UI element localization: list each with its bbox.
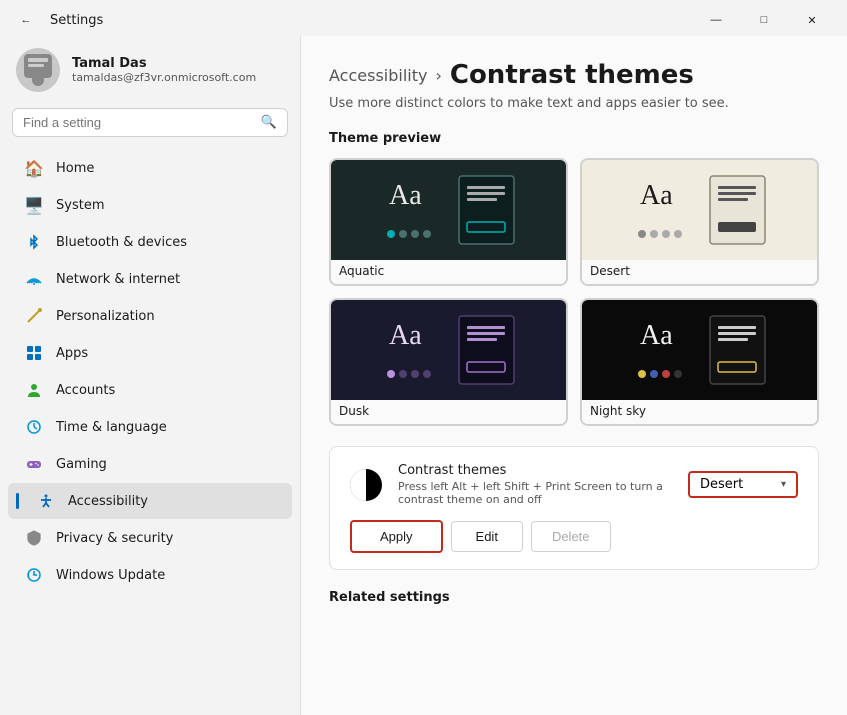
edit-button[interactable]: Edit [451, 521, 523, 552]
search-icon: 🔍 [261, 115, 277, 130]
contrast-settings-row: Contrast themes Press left Alt + left Sh… [350, 463, 798, 506]
theme-preview-aquatic: Aa [331, 160, 566, 260]
sidebar-item-privacy-label: Privacy & security [56, 531, 173, 546]
bluetooth-icon [24, 232, 44, 252]
breadcrumb-parent[interactable]: Accessibility [329, 66, 427, 85]
breadcrumb: Accessibility › Contrast themes [329, 60, 819, 90]
sidebar-item-time[interactable]: Time & language [8, 409, 292, 445]
sidebar-item-accounts[interactable]: Accounts [8, 372, 292, 408]
action-row: Apply Edit Delete [350, 520, 798, 553]
contrast-text-group: Contrast themes Press left Alt + left Sh… [398, 463, 672, 506]
system-icon: 🖥️ [24, 195, 44, 215]
windows-update-icon [24, 565, 44, 585]
page-title: Contrast themes [450, 60, 694, 90]
svg-text:Aa: Aa [640, 180, 673, 211]
sidebar-item-network-label: Network & internet [56, 272, 180, 287]
theme-preview-dusk: Aa [331, 300, 566, 400]
sidebar-item-home-label: Home [56, 161, 94, 176]
sidebar-item-personalization[interactable]: Personalization [8, 298, 292, 334]
contrast-theme-dropdown[interactable]: Desert ▾ [688, 471, 798, 498]
svg-text:Aa: Aa [389, 180, 422, 211]
theme-card-dusk[interactable]: Aa Dusk [329, 298, 568, 426]
delete-button[interactable]: Delete [531, 521, 611, 552]
contrast-icon [350, 469, 382, 501]
sidebar-item-gaming-label: Gaming [56, 457, 107, 472]
contrast-desc: Press left Alt + left Shift + Print Scre… [398, 480, 672, 506]
back-icon: ← [21, 14, 32, 26]
contrast-dropdown-value: Desert [700, 477, 743, 492]
theme-preview-night-sky: Aa [582, 300, 817, 400]
user-email: tamaldas@zf3vr.onmicrosoft.com [72, 71, 256, 84]
sidebar-item-bluetooth[interactable]: Bluetooth & devices [8, 224, 292, 260]
search-box[interactable]: 🔍 [12, 108, 288, 137]
theme-night-sky-label: Night sky [582, 400, 817, 424]
maximize-button[interactable]: □ [741, 6, 787, 34]
sidebar-item-personalization-label: Personalization [56, 309, 155, 324]
sidebar-item-system[interactable]: 🖥️ System [8, 187, 292, 223]
sidebar-item-system-label: System [56, 198, 104, 213]
network-icon [24, 269, 44, 289]
main-content: Accessibility › Contrast themes Use more… [300, 36, 847, 715]
sidebar-item-time-label: Time & language [56, 420, 167, 435]
title-bar: ← Settings — □ ✕ [0, 0, 847, 36]
personalization-icon [24, 306, 44, 326]
sidebar-item-windows-update-label: Windows Update [56, 568, 165, 583]
apps-icon [24, 343, 44, 363]
theme-grid: Aa Aquatic [329, 158, 819, 426]
title-bar-left: ← Settings [12, 6, 103, 34]
user-name: Tamal Das [72, 56, 256, 71]
search-input[interactable] [23, 115, 253, 130]
sidebar-item-apps-label: Apps [56, 346, 88, 361]
nav-list: 🏠 Home 🖥️ System Bluetooth & devices [0, 149, 300, 594]
time-icon [24, 417, 44, 437]
theme-desert-label: Desert [582, 260, 817, 284]
sidebar: Tamal Das tamaldas@zf3vr.onmicrosoft.com… [0, 36, 300, 715]
breadcrumb-separator: › [435, 66, 441, 85]
sidebar-item-privacy[interactable]: Privacy & security [8, 520, 292, 556]
user-info: Tamal Das tamaldas@zf3vr.onmicrosoft.com [72, 56, 256, 84]
sidebar-item-accounts-label: Accounts [56, 383, 115, 398]
theme-aquatic-label: Aquatic [331, 260, 566, 284]
app-container: Tamal Das tamaldas@zf3vr.onmicrosoft.com… [0, 36, 847, 715]
svg-text:Aa: Aa [389, 320, 422, 351]
accounts-icon [24, 380, 44, 400]
gaming-icon [24, 454, 44, 474]
contrast-title: Contrast themes [398, 463, 672, 478]
accessibility-icon [36, 491, 56, 511]
sidebar-item-network[interactable]: Network & internet [8, 261, 292, 297]
contrast-icon-half [350, 469, 366, 501]
avatar [16, 48, 60, 92]
sidebar-item-windows-update[interactable]: Windows Update [8, 557, 292, 593]
sidebar-item-gaming[interactable]: Gaming [8, 446, 292, 482]
theme-preview-label: Theme preview [329, 131, 819, 146]
related-settings-label: Related settings [329, 590, 819, 605]
active-bar [16, 493, 19, 509]
theme-dusk-label: Dusk [331, 400, 566, 424]
theme-card-aquatic[interactable]: Aa Aquatic [329, 158, 568, 286]
close-button[interactable]: ✕ [789, 6, 835, 34]
home-icon: 🏠 [24, 158, 44, 178]
dropdown-arrow-icon: ▾ [781, 479, 786, 490]
minimize-button[interactable]: — [693, 6, 739, 34]
privacy-icon [24, 528, 44, 548]
theme-card-night-sky[interactable]: Aa Night sky [580, 298, 819, 426]
sidebar-item-apps[interactable]: Apps [8, 335, 292, 371]
window-title: Settings [50, 13, 103, 28]
theme-card-desert[interactable]: Aa Desert [580, 158, 819, 286]
sidebar-item-accessibility-label: Accessibility [68, 494, 148, 509]
sidebar-item-bluetooth-label: Bluetooth & devices [56, 235, 187, 250]
title-bar-controls: — □ ✕ [693, 6, 835, 34]
sidebar-item-home[interactable]: 🏠 Home [8, 150, 292, 186]
user-profile[interactable]: Tamal Das tamaldas@zf3vr.onmicrosoft.com [0, 36, 300, 108]
sidebar-item-accessibility[interactable]: Accessibility [8, 483, 292, 519]
svg-text:Aa: Aa [640, 320, 673, 351]
back-button[interactable]: ← [12, 6, 40, 34]
page-subtitle: Use more distinct colors to make text an… [329, 96, 819, 111]
apply-button[interactable]: Apply [350, 520, 443, 553]
theme-preview-desert: Aa [582, 160, 817, 260]
contrast-settings-card: Contrast themes Press left Alt + left Sh… [329, 446, 819, 570]
